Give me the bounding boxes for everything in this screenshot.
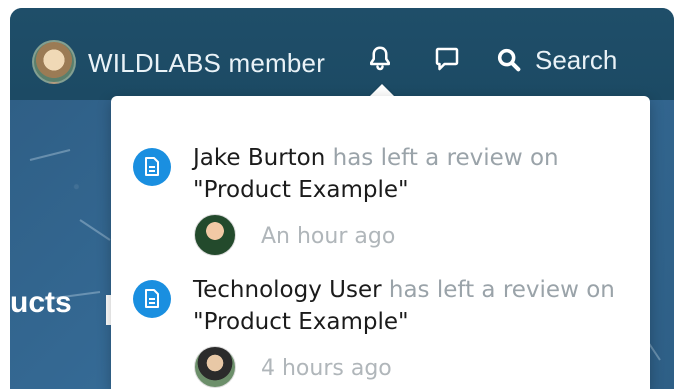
notification-user[interactable]: Jake Burton	[193, 145, 325, 171]
document-icon	[145, 157, 159, 176]
notification-text: Technology User has left a review on "Pr…	[193, 274, 633, 338]
notification-action: has left a review on	[388, 277, 615, 303]
background-heading: ucts	[10, 286, 72, 319]
notification-action: has left a review on	[332, 145, 559, 171]
notification-object[interactable]: "Product Example"	[193, 177, 409, 203]
notification-type-badge	[133, 280, 171, 318]
search-label: Search	[535, 44, 618, 75]
notifications-dropdown: Jake Burton has left a review on "Produc…	[111, 96, 650, 389]
search-button[interactable]: Search	[495, 44, 617, 76]
member-label[interactable]: WILDLABS member	[88, 48, 325, 79]
search-icon	[497, 48, 521, 72]
user-avatar[interactable]	[32, 40, 76, 84]
app-frame: WILDLABS member Search ucts Jake Burton …	[10, 8, 674, 389]
bell-icon	[370, 46, 390, 71]
notification-object[interactable]: "Product Example"	[193, 309, 409, 335]
notification-item[interactable]: Jake Burton has left a review on "Produc…	[111, 118, 650, 268]
notification-type-badge	[133, 148, 171, 186]
notification-time: 4 hours ago	[261, 356, 392, 381]
notification-user[interactable]: Technology User	[193, 277, 382, 303]
notification-user-avatar	[194, 346, 236, 388]
document-icon	[145, 289, 159, 308]
chat-icon	[435, 47, 459, 71]
notifications-bell-button[interactable]	[363, 42, 397, 76]
notification-text: Jake Burton has left a review on "Produc…	[193, 142, 633, 206]
messages-button[interactable]	[430, 42, 464, 76]
dropdown-caret	[370, 84, 394, 96]
notification-item[interactable]: Technology User has left a review on "Pr…	[111, 250, 650, 389]
top-navbar: WILDLABS member Search	[10, 8, 674, 100]
notification-time: An hour ago	[261, 224, 396, 249]
